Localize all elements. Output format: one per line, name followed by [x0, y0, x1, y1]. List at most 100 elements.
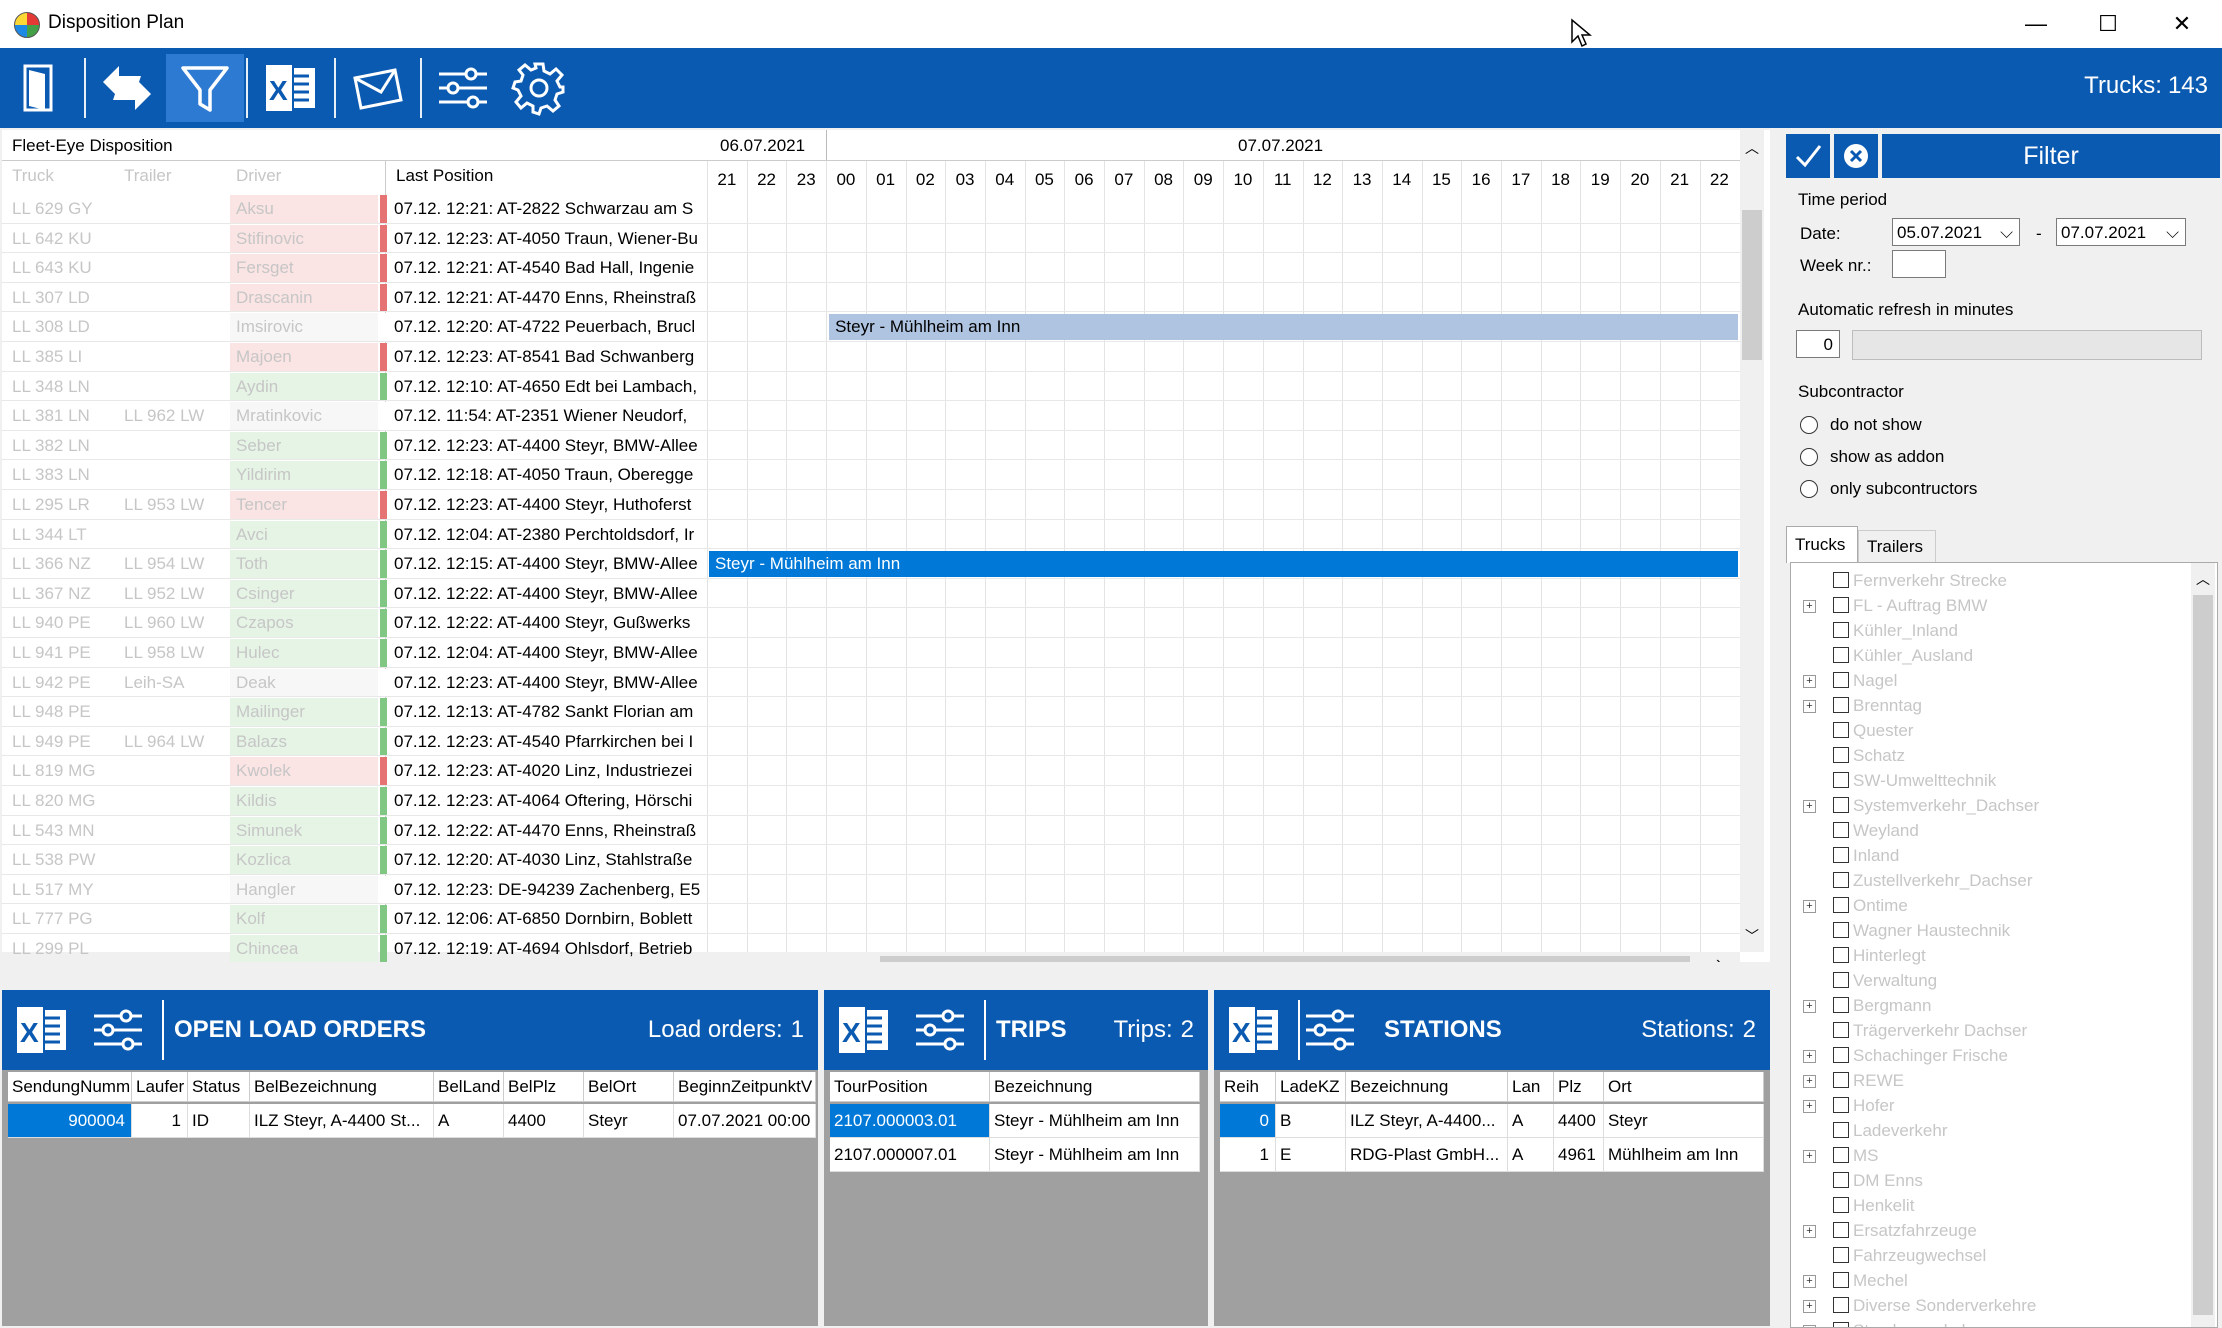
radio-label-only-subcontractors[interactable]: only subcontructors — [1830, 479, 1977, 499]
close-button[interactable]: ✕ — [2146, 0, 2218, 48]
grid-row[interactable]: LL 307 LD Drascanin 07.12. 12:21: AT-4470 … — [2, 283, 1740, 313]
exit-button[interactable] — [2, 54, 80, 122]
station-row[interactable]: 0 B ILZ Steyr, A-4400... A 4400 Steyr — [1220, 1104, 1764, 1138]
tree-node[interactable]: Zustellverkehr_Dachser — [1791, 869, 2189, 893]
station-row[interactable]: 1 E RDG-Plast GmbH... A 4961 Mühlheim am Inn — [1220, 1138, 1764, 1172]
expand-plus-icon[interactable]: + — [1803, 1150, 1816, 1163]
grid-scroll-thumb[interactable] — [1742, 210, 1762, 360]
tree-node[interactable]: Quester — [1791, 719, 2189, 743]
column-header-driver[interactable]: Driver — [236, 166, 281, 186]
expand-plus-icon[interactable]: + — [1803, 1225, 1816, 1238]
tree-scroll-thumb[interactable] — [2193, 595, 2213, 1315]
scroll-down-arrow-icon[interactable]: ﹀ — [1745, 926, 1759, 946]
tree-checkbox[interactable] — [1833, 1322, 1849, 1327]
tree-checkbox[interactable] — [1833, 1297, 1849, 1313]
tab-trucks[interactable]: Trucks — [1786, 526, 1858, 563]
tree-checkbox[interactable] — [1833, 697, 1849, 713]
scroll-up-arrow-icon[interactable]: ︿ — [2196, 569, 2210, 589]
tree-node[interactable]: + Nagel — [1791, 669, 2189, 693]
tree-node[interactable]: + FL - Auftrag BMW — [1791, 594, 2189, 618]
trip-column-header[interactable]: Bezeichnung — [990, 1072, 1200, 1102]
maximize-button[interactable]: ☐ — [2072, 0, 2144, 48]
tree-checkbox[interactable] — [1833, 1072, 1849, 1088]
tree-node[interactable]: + Ontime — [1791, 894, 2189, 918]
radio-do-not-show[interactable] — [1800, 416, 1818, 434]
grid-row[interactable]: LL 820 MG Kildis 07.12. 12:23: AT-4064 Oft… — [2, 786, 1740, 816]
tree-checkbox[interactable] — [1833, 647, 1849, 663]
tree-vertical-scrollbar[interactable]: ︿ — [2191, 563, 2215, 1327]
tree-node[interactable]: Fahrzeugwechsel — [1791, 1244, 2189, 1268]
radio-only-subcontractors[interactable] — [1800, 480, 1818, 498]
tree-checkbox[interactable] — [1833, 1097, 1849, 1113]
tree-checkbox[interactable] — [1833, 772, 1849, 788]
week-number-input[interactable] — [1892, 250, 1946, 278]
tree-checkbox[interactable] — [1833, 822, 1849, 838]
send-mail-button[interactable] — [338, 54, 416, 122]
tree-checkbox[interactable] — [1833, 922, 1849, 938]
tree-checkbox[interactable] — [1833, 897, 1849, 913]
load-order-column-header[interactable]: BelOrt — [584, 1072, 674, 1102]
tree-checkbox[interactable] — [1833, 1147, 1849, 1163]
truck-group-tree[interactable]: ︿ Fernverkehr Strecke + FL - Auftrag BMW Kü… — [1790, 562, 2218, 1328]
tree-node[interactable]: + Ersatzfahrzeuge — [1791, 1219, 2189, 1243]
tree-checkbox[interactable] — [1833, 1122, 1849, 1138]
excel-icon[interactable]: X — [836, 1004, 892, 1056]
radio-label-show-as-addon[interactable]: show as addon — [1830, 447, 1944, 467]
grid-row[interactable]: LL 381 LN LL 962 LW Mratinkovic 07.12. 11:5… — [2, 401, 1740, 431]
tree-checkbox[interactable] — [1833, 1272, 1849, 1288]
expand-plus-icon[interactable]: + — [1803, 1300, 1816, 1313]
column-header-truck[interactable]: Truck — [12, 166, 54, 186]
tree-node[interactable]: Hinterlegt — [1791, 944, 2189, 968]
tree-node[interactable]: Inland — [1791, 844, 2189, 868]
grid-row[interactable]: LL 777 PG Kolf 07.12. 12:06: AT-6850 Dornb… — [2, 904, 1740, 934]
tree-checkbox[interactable] — [1833, 797, 1849, 813]
tree-node[interactable]: Kühler_Inland — [1791, 619, 2189, 643]
grid-row[interactable]: LL 643 KU Fersget 07.12. 12:21: AT-4540 Ba… — [2, 253, 1740, 283]
refresh-button[interactable] — [88, 54, 166, 122]
load-order-row[interactable]: 900004 1 ID ILZ Steyr, A-4400 St... A 4400 Ste… — [8, 1104, 816, 1138]
expand-plus-icon[interactable]: + — [1803, 675, 1816, 688]
sliders-icon[interactable] — [912, 1004, 968, 1056]
grid-row[interactable]: LL 367 NZ LL 952 LW Csinger 07.12. 12:22: A… — [2, 579, 1740, 609]
load-order-column-header[interactable]: Status — [188, 1072, 250, 1102]
grid-row[interactable]: LL 299 PL Chincea 07.12. 12:19: AT-4694 Oh… — [2, 934, 1740, 962]
tab-trailers[interactable]: Trailers — [1858, 530, 1936, 563]
grid-row[interactable]: LL 642 KU Stifinovic 07.12. 12:23: AT-4050… — [2, 224, 1740, 254]
grid-row[interactable]: LL 538 PW Kozlica 07.12. 12:20: AT-4030 Li… — [2, 845, 1740, 875]
trip-row[interactable]: 2107.000003.01 Steyr - Mühlheim am Inn — [830, 1104, 1200, 1138]
tree-node[interactable]: Ladeverkehr — [1791, 1119, 2189, 1143]
load-order-column-header[interactable]: BeginnZeitpunktV — [674, 1072, 816, 1102]
station-column-header[interactable]: Bezeichnung — [1346, 1072, 1508, 1102]
tree-node[interactable]: Kühler_Ausland — [1791, 644, 2189, 668]
apply-filter-button[interactable] — [1786, 134, 1830, 178]
sliders-icon[interactable] — [1302, 1004, 1358, 1056]
grid-row[interactable]: LL 948 PE Mailinger 07.12. 12:13: AT-4782 … — [2, 697, 1740, 727]
tree-node[interactable]: Trägerverkehr Dachser — [1791, 1019, 2189, 1043]
load-order-column-header[interactable]: SendungNumm — [8, 1072, 132, 1102]
expand-plus-icon[interactable]: + — [1803, 1100, 1816, 1113]
grid-row[interactable]: LL 295 LR LL 953 LW Tencer 07.12. 12:23: AT… — [2, 490, 1740, 520]
tree-node[interactable]: + Mechel — [1791, 1269, 2189, 1293]
tree-checkbox[interactable] — [1833, 1047, 1849, 1063]
tree-checkbox[interactable] — [1833, 872, 1849, 888]
refresh-minutes-input[interactable]: 0 — [1796, 330, 1840, 358]
load-order-column-header[interactable]: Laufer — [132, 1072, 188, 1102]
tree-node[interactable]: + Systemverkehr_Dachser — [1791, 794, 2189, 818]
station-column-header[interactable]: Plz — [1554, 1072, 1604, 1102]
settings-sliders-button[interactable] — [424, 54, 502, 122]
tree-node[interactable]: + Brenntag — [1791, 694, 2189, 718]
tree-checkbox[interactable] — [1833, 622, 1849, 638]
tree-node[interactable]: + Schachinger Frische — [1791, 1044, 2189, 1068]
radio-label-do-not-show[interactable]: do not show — [1830, 415, 1922, 435]
tree-checkbox[interactable] — [1833, 747, 1849, 763]
expand-plus-icon[interactable]: + — [1803, 900, 1816, 913]
clear-filter-button[interactable] — [1834, 134, 1878, 178]
expand-plus-icon[interactable]: + — [1803, 1000, 1816, 1013]
settings-button[interactable] — [500, 54, 578, 122]
radio-show-as-addon[interactable] — [1800, 448, 1818, 466]
expand-plus-icon[interactable]: + — [1803, 1275, 1816, 1288]
grid-row[interactable]: LL 942 PE Leih-SA Deak 07.12. 12:23: AT-440… — [2, 668, 1740, 698]
tree-checkbox[interactable] — [1833, 672, 1849, 688]
grid-row[interactable]: LL 543 MN Simunek 07.12. 12:22: AT-4470 En… — [2, 816, 1740, 846]
grid-row[interactable]: LL 940 PE LL 960 LW Czapos 07.12. 12:22: AT… — [2, 608, 1740, 638]
